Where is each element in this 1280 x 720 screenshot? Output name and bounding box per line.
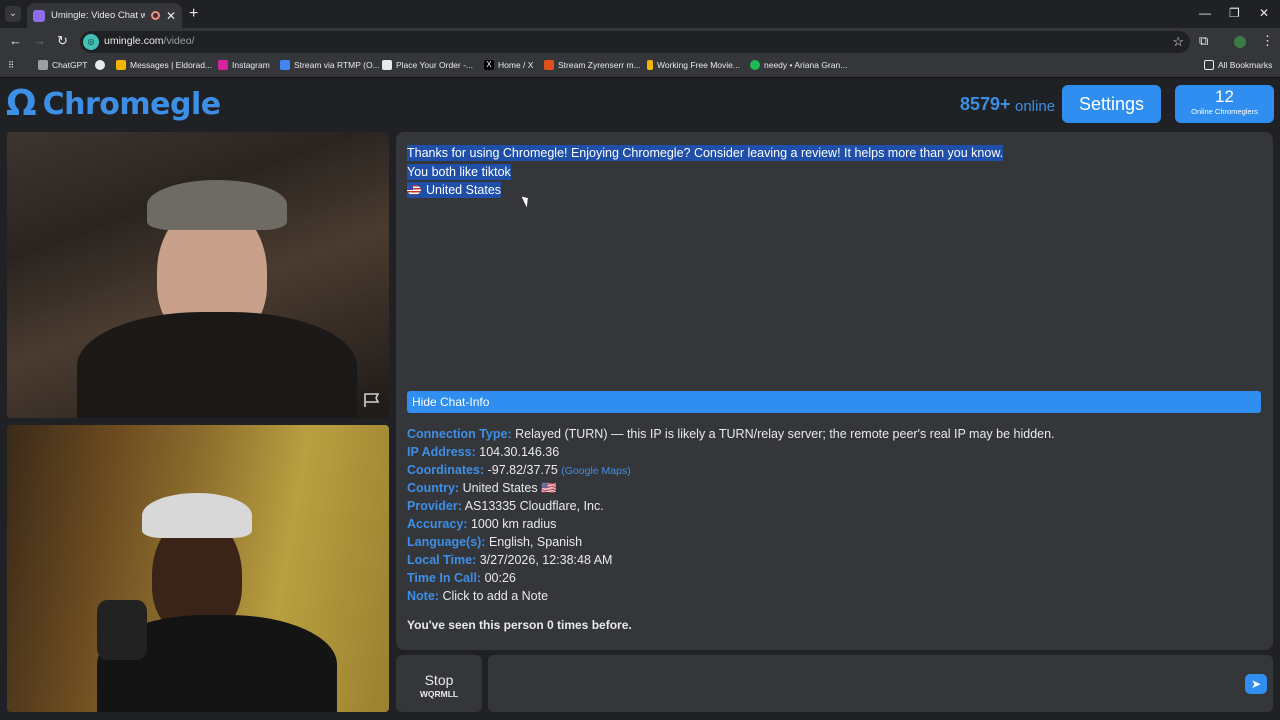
logo[interactable]: Ω Chromegle <box>6 86 221 122</box>
hide-chat-info-button[interactable]: Hide Chat-Info <box>407 391 1261 413</box>
self-cap <box>142 493 252 538</box>
info-time-in-call: Time In Call: 00:26 <box>407 571 516 585</box>
new-tab-button[interactable]: + <box>189 5 198 23</box>
chat-message-welcome: Thanks for using Chromegle! Enjoying Chr… <box>407 145 1004 161</box>
self-video <box>7 425 389 712</box>
bookmark-star-icon[interactable]: ☆ <box>1172 34 1184 50</box>
minimize-icon[interactable]: — <box>1199 6 1211 20</box>
restore-icon[interactable]: ❐ <box>1229 6 1240 20</box>
chat-message-country: United States <box>407 182 502 198</box>
bookmark-spotify[interactable]: needy • Ariana Gran... <box>750 60 847 70</box>
tab-title: Umingle: Video Chat with S <box>51 10 145 21</box>
us-flag-icon <box>407 185 421 195</box>
folder-icon <box>1204 60 1214 70</box>
bookmark-order[interactable]: Place Your Order -... <box>382 60 473 70</box>
site-info-icon[interactable]: ◎ <box>83 34 99 50</box>
send-icon[interactable]: ➤ <box>1245 674 1267 694</box>
recording-indicator-icon <box>150 11 160 20</box>
bookmark-rtmp[interactable]: Stream via RTMP (O... <box>280 60 380 70</box>
bookmark-chatgpt[interactable]: ChatGPT <box>38 60 87 70</box>
tab-search-button[interactable]: ⌄ <box>5 6 21 22</box>
stranger-video <box>7 132 389 418</box>
info-local-time: Local Time: 3/27/2026, 12:38:48 AM <box>407 553 613 567</box>
report-flag-icon[interactable] <box>363 392 381 408</box>
info-accuracy: Accuracy: 1000 km radius <box>407 517 557 531</box>
apps-icon[interactable]: ⠿ <box>8 60 14 71</box>
globe-icon <box>95 60 105 70</box>
info-ip-address: IP Address: 104.30.146.36 <box>407 445 560 459</box>
omega-logo-icon: Ω <box>6 83 37 124</box>
chromegle-page: Ω Chromegle 8579+ online Settings 12 Onl… <box>0 79 1280 720</box>
chromeglers-label: Online Chromeglers <box>1191 107 1258 116</box>
bookmark-x[interactable]: X Home / X <box>484 60 533 70</box>
seen-count-text: You've seen this person 0 times before. <box>407 618 632 632</box>
online-label: online <box>1015 98 1056 115</box>
google-maps-link[interactable]: (Google Maps) <box>561 465 630 477</box>
online-chromeglers-button[interactable]: 12 Online Chromeglers <box>1175 85 1274 123</box>
info-country: Country: United States 🇺🇸 <box>407 481 557 495</box>
bookmark-globe[interactable] <box>95 60 105 70</box>
umingle-favicon-icon <box>33 9 45 22</box>
forward-icon[interactable]: → <box>33 33 46 48</box>
info-note[interactable]: Note: Click to add a Note <box>407 589 548 603</box>
eldorado-icon <box>116 60 126 70</box>
logo-text: Chromegle <box>42 86 222 122</box>
close-tab-icon[interactable]: ✕ <box>166 9 176 23</box>
back-icon[interactable]: ← <box>9 33 22 48</box>
mouse-cursor-icon <box>521 194 532 208</box>
soundcloud-icon <box>544 60 554 70</box>
instagram-icon <box>218 60 228 70</box>
microphone <box>97 600 147 660</box>
x-icon: X <box>484 60 494 70</box>
chatgpt-icon <box>38 60 48 70</box>
chat-message-interests: You both like tiktok <box>407 164 511 180</box>
browser-toolbar: ← → ↻ ◎ umingle.com/video/ ☆ ⧉ ⋮ <box>0 28 1280 56</box>
close-window-icon[interactable]: ✕ <box>1259 6 1269 20</box>
movie-icon <box>647 60 653 70</box>
stranger-body <box>77 312 357 418</box>
profile-avatar[interactable] <box>1234 36 1246 48</box>
settings-button[interactable]: Settings <box>1062 85 1161 123</box>
spotify-icon <box>750 60 760 70</box>
tab-strip: ⌄ Umingle: Video Chat with S ✕ + — ❐ ✕ <box>0 0 1280 28</box>
order-icon <box>382 60 392 70</box>
stranger-cap <box>147 180 287 230</box>
info-connection-type: Connection Type: Relayed (TURN) — this I… <box>407 427 1055 441</box>
stop-button[interactable]: Stop WQRMLL <box>396 655 482 712</box>
bookmark-stream[interactable]: Stream Zyrenserr m... <box>544 60 641 70</box>
rtmp-icon <box>280 60 290 70</box>
menu-icon[interactable]: ⋮ <box>1261 33 1274 49</box>
url-text[interactable]: umingle.com/video/ <box>104 35 194 47</box>
message-input[interactable] <box>488 655 1273 712</box>
stop-label: Stop <box>424 672 454 688</box>
info-languages: Language(s): English, Spanish <box>407 535 583 549</box>
chromeglers-count: 12 <box>1215 87 1234 106</box>
all-bookmarks[interactable]: All Bookmarks <box>1204 60 1272 70</box>
tab-active[interactable]: Umingle: Video Chat with S ✕ <box>27 3 182 28</box>
online-count: 8579+ <box>960 94 1011 114</box>
extensions-icon[interactable]: ⧉ <box>1199 33 1208 49</box>
bookmark-eldorado[interactable]: Messages | Eldorad... <box>116 60 212 70</box>
info-provider: Provider: AS13335 Cloudflare, Inc. <box>407 499 604 513</box>
stop-shortcut-code: WQRMLL <box>419 689 459 699</box>
address-bar[interactable]: ◎ umingle.com/video/ ☆ <box>80 31 1190 53</box>
info-coordinates: Coordinates: -97.82/37.75 (Google Maps) <box>407 463 631 477</box>
bookmarks-bar: ⠿ ChatGPT Messages | Eldorad... Instagra… <box>0 56 1280 78</box>
chat-panel: Thanks for using Chromegle! Enjoying Chr… <box>396 132 1273 650</box>
bookmark-instagram[interactable]: Instagram <box>218 60 270 70</box>
bookmark-movies[interactable]: Working Free Movie... <box>647 60 740 70</box>
reload-icon[interactable]: ↻ <box>57 33 68 49</box>
